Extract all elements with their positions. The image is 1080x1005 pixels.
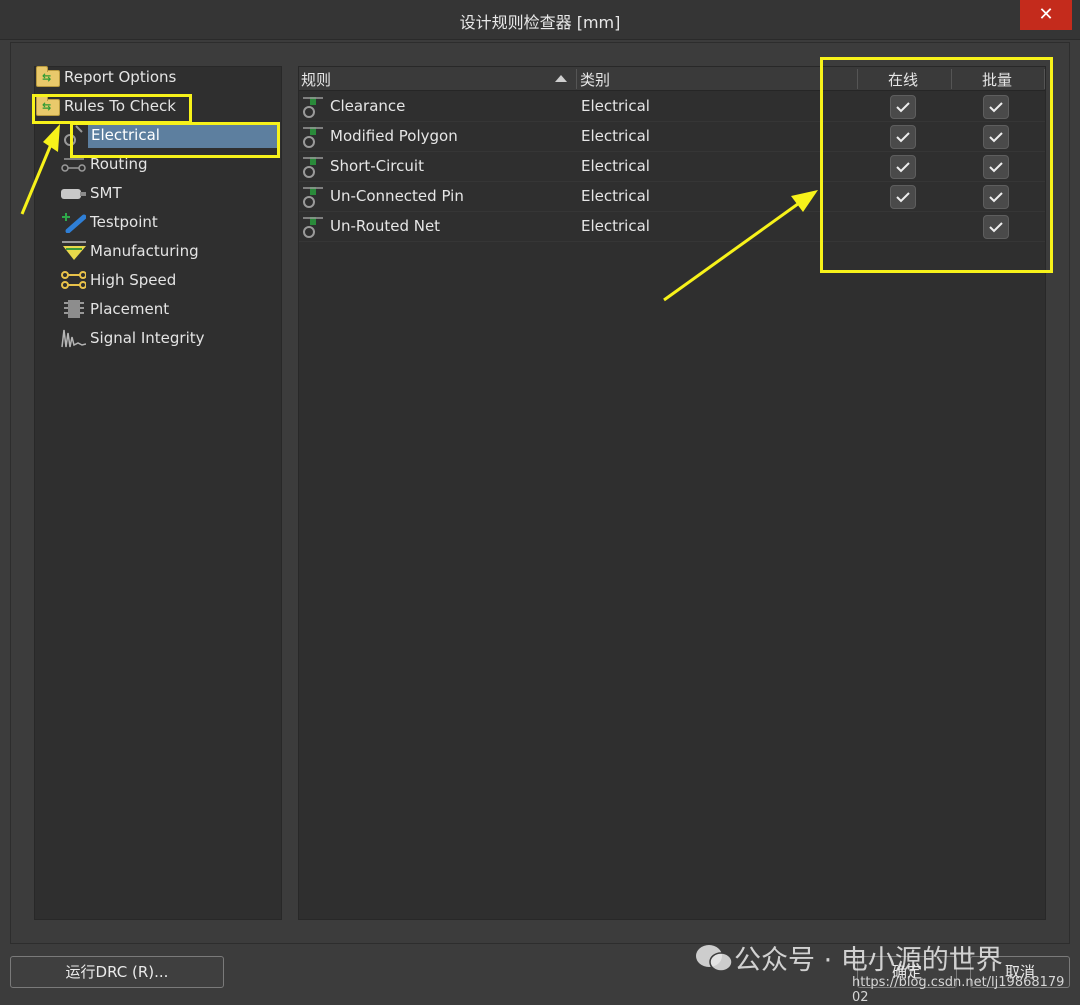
run-drc-button[interactable]: 运行DRC (R)... [10, 956, 224, 988]
arrowhead-icon [43, 124, 60, 152]
arrow-annotation [20, 141, 54, 215]
watermark-text: 公众号 · 电小源的世界 [734, 945, 1003, 976]
annotation-arrows [20, 124, 818, 302]
watermark: 公众号 · 电小源的世界 [694, 938, 1003, 977]
wechat-icon [696, 944, 733, 972]
watermark-url: https://blog.csdn.net/lj19868179​02 [852, 975, 1065, 1005]
arrow-annotation [663, 199, 803, 302]
arrowhead-icon [791, 190, 818, 212]
